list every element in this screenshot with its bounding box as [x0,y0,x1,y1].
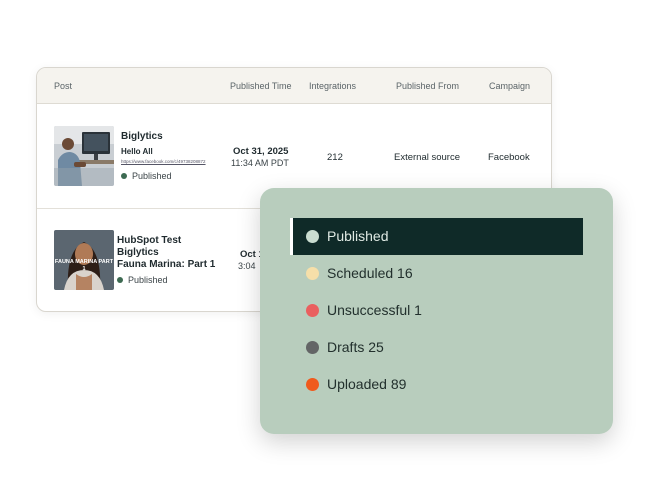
status-filter-label: Uploaded 89 [327,376,407,392]
published-time: 11:34 AM PDT [231,158,289,168]
status-filter-uploaded[interactable]: Uploaded 89 [290,366,583,403]
unsuccessful-dot-icon [306,304,319,317]
scheduled-dot-icon [306,267,319,280]
post-status-label: Published [132,171,172,181]
status-filter-label: Unsuccessful 1 [327,302,422,318]
column-header-campaign[interactable]: Campaign [489,81,530,91]
published-from: External source [394,152,461,163]
uploaded-dot-icon [306,378,319,391]
status-filter-drafts[interactable]: Drafts 25 [290,329,583,366]
column-header-integrations[interactable]: Integrations [309,81,356,91]
post-url-link[interactable]: https://www.facebook.com/c/49738208872 [121,159,206,164]
integrations-count: 212 [327,152,343,163]
status-filter-label: Drafts 25 [327,339,384,355]
status-filter-label: Scheduled 16 [327,265,413,281]
status-filter-published[interactable]: Published [290,218,583,255]
status-filter-scheduled[interactable]: Scheduled 16 [290,255,583,292]
post-title[interactable]: HubSpot Test [117,235,181,246]
office-photo-image [54,126,114,186]
post-thumbnail[interactable]: FAUNA MARINA PART 1 [54,230,114,290]
published-dot-icon [306,230,319,243]
status-filter-panel: Published Scheduled 16 Unsuccessful 1 Dr… [260,188,613,434]
table-header: Post Published Time Integrations Publish… [37,68,551,104]
published-status-dot [117,277,123,283]
post-thumbnail[interactable] [54,126,114,186]
drafts-dot-icon [306,341,319,354]
campaign-name[interactable]: Facebook [488,152,530,163]
column-header-published-time[interactable]: Published Time [230,81,292,91]
post-status: Published [121,171,172,181]
post-subtitle: Hello All [121,147,153,156]
column-header-post[interactable]: Post [54,81,72,91]
column-header-published-from[interactable]: Published From [396,81,459,91]
published-date: Oct 31, 2025 [233,146,289,157]
post-subtitle-2: Fauna Marina: Part 1 [117,259,216,270]
status-filter-label: Published [327,228,389,244]
status-filter-unsuccessful[interactable]: Unsuccessful 1 [290,292,583,329]
published-time: 3:04 [238,261,256,271]
post-subtitle: Biglytics [117,247,159,258]
active-indicator [290,218,293,255]
post-status-label: Published [128,275,168,285]
thumbnail-overlay-text: FAUNA MARINA PART 1 [54,259,114,272]
post-status: Published [117,275,168,285]
post-title[interactable]: Biglytics [121,131,163,142]
published-status-dot [121,173,127,179]
